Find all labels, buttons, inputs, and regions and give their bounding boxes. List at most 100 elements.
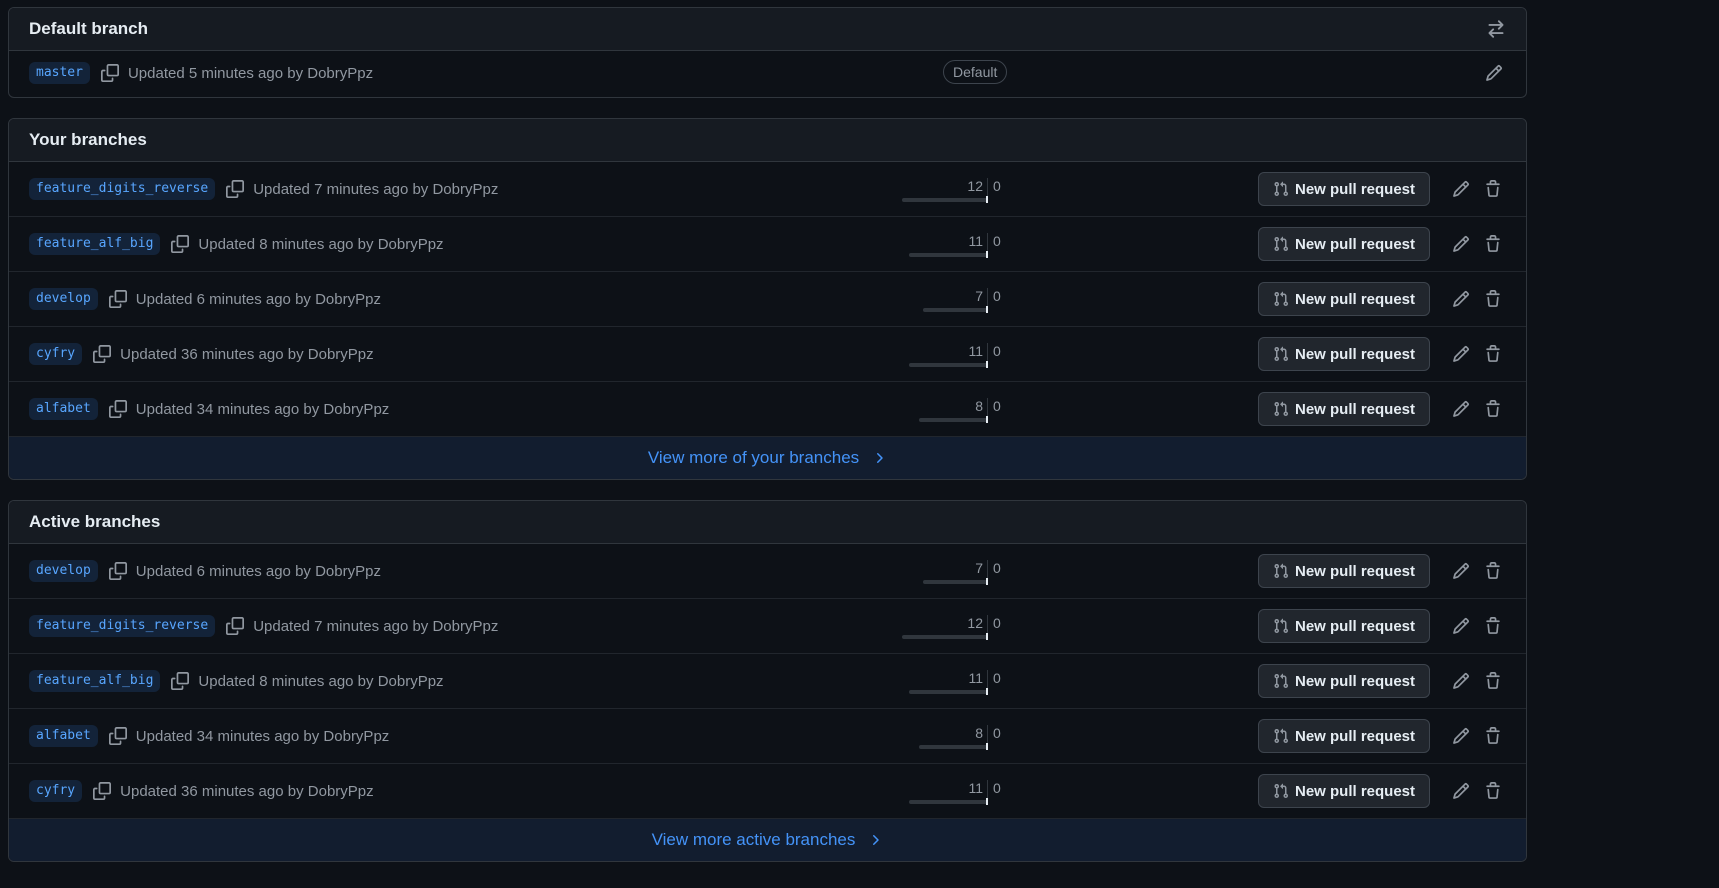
trash-icon[interactable] xyxy=(1483,179,1503,199)
pencil-icon[interactable] xyxy=(1451,671,1471,691)
default-branch-title: Default branch xyxy=(29,19,149,38)
trash-icon[interactable] xyxy=(1483,344,1503,364)
branch-name[interactable]: alfabet xyxy=(29,725,98,747)
ahead-behind-divider xyxy=(987,615,988,634)
behind-bar xyxy=(919,745,986,749)
arrow-switch-icon[interactable] xyxy=(1486,19,1506,39)
copy-icon[interactable] xyxy=(92,344,112,364)
pencil-icon[interactable] xyxy=(1451,399,1471,419)
ahead-behind-tick xyxy=(986,633,988,640)
trash-icon[interactable] xyxy=(1483,234,1503,254)
trash-icon[interactable] xyxy=(1483,561,1503,581)
copy-icon[interactable] xyxy=(108,561,128,581)
branch-name[interactable]: develop xyxy=(29,288,98,310)
new-pull-request-button[interactable]: New pull request xyxy=(1258,664,1430,698)
ahead-behind-count: 11 0 xyxy=(889,654,1019,709)
git-pull-request-icon xyxy=(1274,563,1288,579)
ahead-behind-tick xyxy=(986,251,988,258)
copy-icon[interactable] xyxy=(170,671,190,691)
default-branch-box: Default branch master Updated 5 minutes … xyxy=(8,7,1527,98)
copy-icon[interactable] xyxy=(225,616,245,636)
copy-icon[interactable] xyxy=(92,781,112,801)
branch-name[interactable]: develop xyxy=(29,560,98,582)
trash-icon[interactable] xyxy=(1483,289,1503,309)
trash-icon[interactable] xyxy=(1483,616,1503,636)
new-pull-request-button[interactable]: New pull request xyxy=(1258,719,1430,753)
ahead-count: 0 xyxy=(993,178,1001,194)
pencil-icon[interactable] xyxy=(1451,726,1471,746)
updated-text: Updated 8 minutes ago by DobryPpz xyxy=(198,672,444,690)
ahead-behind-divider xyxy=(987,670,988,689)
new-pull-request-button[interactable]: New pull request xyxy=(1258,392,1430,426)
ahead-behind-count: 8 0 xyxy=(889,709,1019,764)
ahead-behind-divider xyxy=(987,178,988,197)
ahead-behind-divider xyxy=(987,233,988,252)
branch-name[interactable]: alfabet xyxy=(29,398,98,420)
pencil-icon[interactable] xyxy=(1451,289,1471,309)
new-pull-request-label: New pull request xyxy=(1294,727,1416,745)
new-pull-request-button[interactable]: New pull request xyxy=(1258,337,1430,371)
default-branch-header: Default branch xyxy=(9,8,1526,51)
ahead-behind-divider xyxy=(987,343,988,362)
trash-icon[interactable] xyxy=(1483,671,1503,691)
git-pull-request-icon xyxy=(1274,181,1288,197)
updated-text: Updated 36 minutes ago by DobryPpz xyxy=(120,782,374,800)
branch-name[interactable]: feature_alf_big xyxy=(29,670,161,692)
branch-row: feature_alf_big Updated 8 minutes ago by… xyxy=(9,654,1526,709)
new-pull-request-label: New pull request xyxy=(1294,782,1416,800)
pencil-icon[interactable] xyxy=(1451,344,1471,364)
new-pull-request-button[interactable]: New pull request xyxy=(1258,282,1430,316)
default-branch-row: master Updated 5 minutes ago by DobryPpz… xyxy=(9,51,1526,95)
ahead-count: 0 xyxy=(993,343,1001,359)
branch-row: cyfry Updated 36 minutes ago by DobryPpz… xyxy=(9,764,1526,819)
behind-count: 8 xyxy=(975,725,983,741)
behind-bar xyxy=(919,418,986,422)
branch-row: cyfry Updated 36 minutes ago by DobryPpz… xyxy=(9,327,1526,382)
copy-icon[interactable] xyxy=(225,179,245,199)
copy-icon[interactable] xyxy=(108,726,128,746)
pencil-icon[interactable] xyxy=(1484,63,1504,83)
behind-bar xyxy=(909,363,986,367)
new-pull-request-button[interactable]: New pull request xyxy=(1258,609,1430,643)
copy-icon[interactable] xyxy=(108,289,128,309)
git-pull-request-icon xyxy=(1274,291,1288,307)
view-more-active-branches-link[interactable]: View more active branches xyxy=(9,819,1526,861)
ahead-behind-tick xyxy=(986,798,988,805)
your-branches-box: Your branches feature_digits_reverse Upd… xyxy=(8,118,1527,480)
trash-icon[interactable] xyxy=(1483,399,1503,419)
new-pull-request-button[interactable]: New pull request xyxy=(1258,172,1430,206)
behind-count: 8 xyxy=(975,398,983,414)
branch-name[interactable]: cyfry xyxy=(29,780,83,802)
updated-text: Updated 8 minutes ago by DobryPpz xyxy=(198,235,444,253)
pencil-icon[interactable] xyxy=(1451,781,1471,801)
new-pull-request-button[interactable]: New pull request xyxy=(1258,774,1430,808)
ahead-count: 0 xyxy=(993,560,1001,576)
pencil-icon[interactable] xyxy=(1451,234,1471,254)
pencil-icon[interactable] xyxy=(1451,561,1471,581)
branch-name[interactable]: feature_alf_big xyxy=(29,233,161,255)
trash-icon[interactable] xyxy=(1483,781,1503,801)
copy-icon[interactable] xyxy=(170,234,190,254)
ahead-behind-divider xyxy=(987,288,988,307)
ahead-behind-count: 7 0 xyxy=(889,272,1019,327)
chevron-right-icon xyxy=(873,835,880,845)
new-pull-request-button[interactable]: New pull request xyxy=(1258,227,1430,261)
ahead-count: 0 xyxy=(993,288,1001,304)
new-pull-request-label: New pull request xyxy=(1294,672,1416,690)
new-pull-request-button[interactable]: New pull request xyxy=(1258,554,1430,588)
new-pull-request-label: New pull request xyxy=(1294,617,1416,635)
behind-count: 12 xyxy=(967,615,983,631)
view-more-your-branches-link[interactable]: View more of your branches xyxy=(9,437,1526,479)
ahead-behind-tick xyxy=(986,416,988,423)
ahead-behind-tick xyxy=(986,306,988,313)
branch-name[interactable]: cyfry xyxy=(29,343,83,365)
branch-name[interactable]: feature_digits_reverse xyxy=(29,615,216,637)
view-more-label: View more of your branches xyxy=(647,448,860,467)
pencil-icon[interactable] xyxy=(1451,616,1471,636)
pencil-icon[interactable] xyxy=(1451,179,1471,199)
branch-name[interactable]: feature_digits_reverse xyxy=(29,178,216,200)
trash-icon[interactable] xyxy=(1483,726,1503,746)
copy-icon[interactable] xyxy=(108,399,128,419)
branch-name[interactable]: master xyxy=(29,62,90,84)
copy-icon[interactable] xyxy=(100,63,120,83)
